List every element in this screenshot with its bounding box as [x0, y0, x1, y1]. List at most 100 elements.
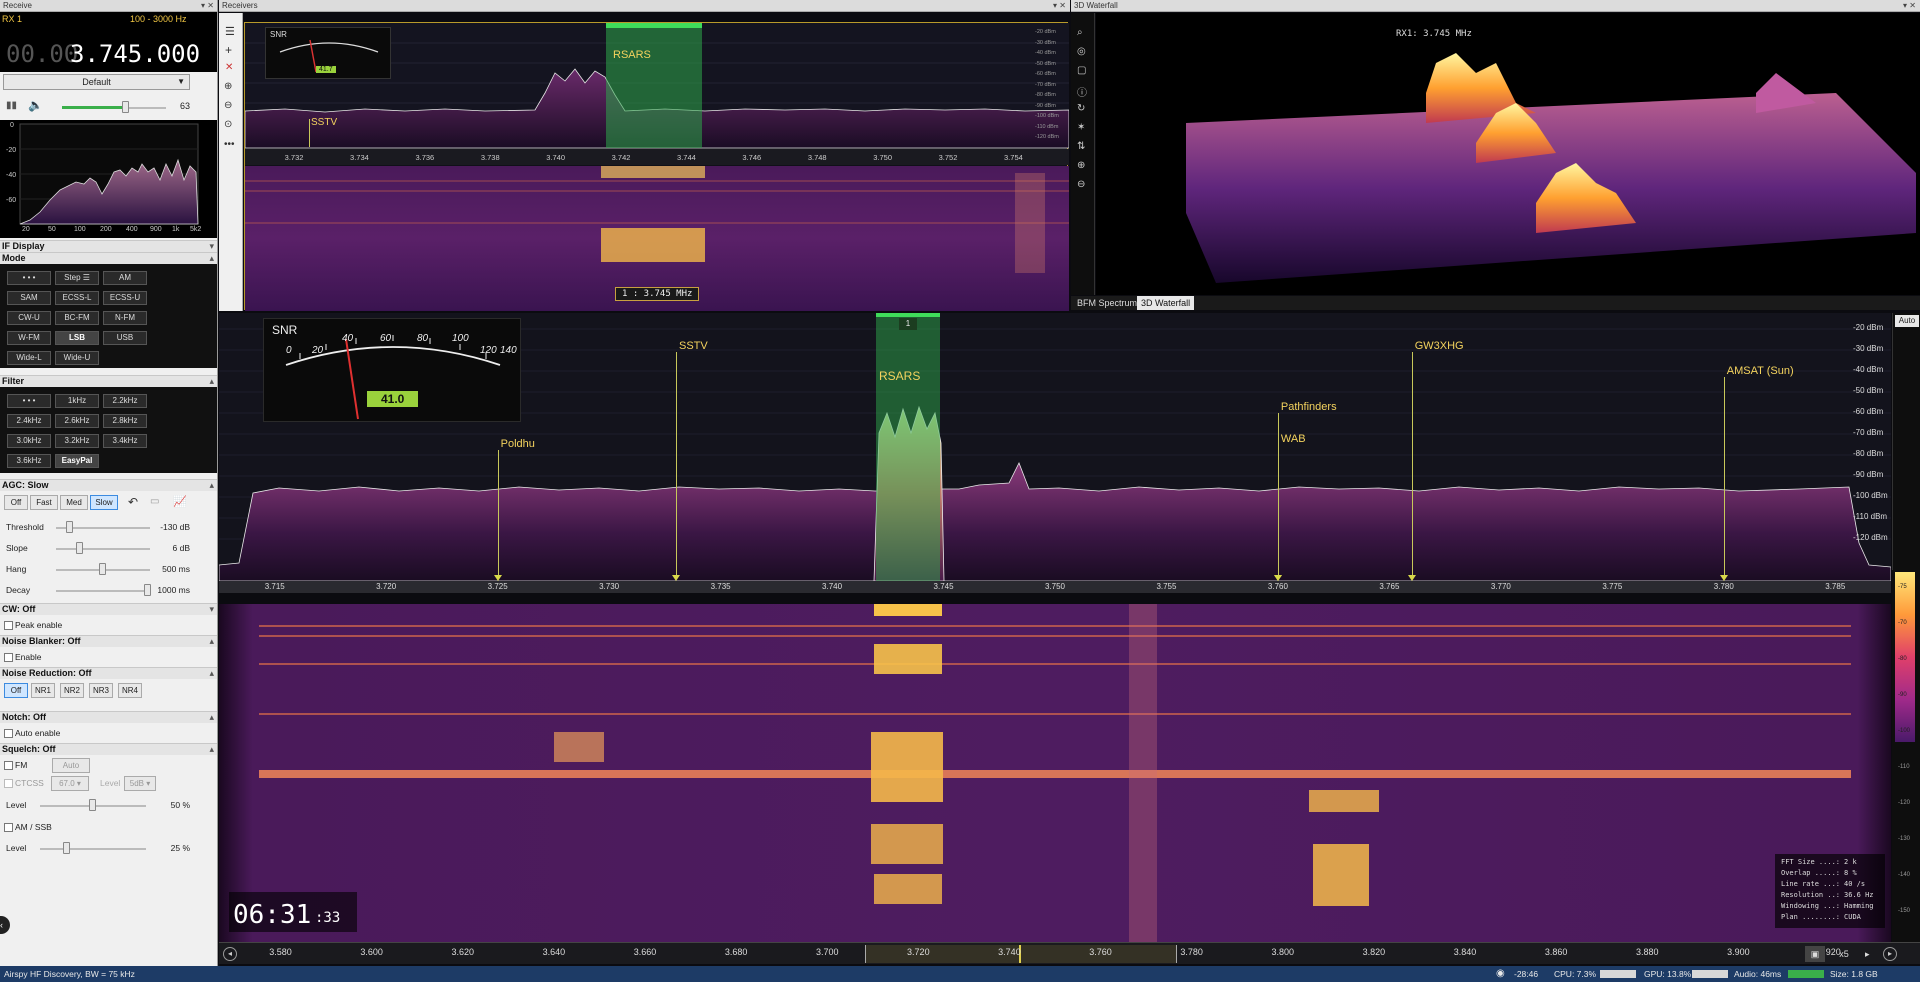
zoom-out-icon[interactable]: ⊖: [224, 100, 232, 111]
marker-label[interactable]: GW3XHG: [1415, 340, 1464, 352]
agc-graph-icon[interactable]: ▭: [150, 496, 159, 507]
section-mode[interactable]: Mode ▴: [0, 252, 217, 264]
window-icon[interactable]: ▢: [1077, 65, 1086, 76]
marker-label[interactable]: SSTV: [679, 340, 708, 352]
section-agc[interactable]: AGC: Slow ▴: [0, 479, 217, 491]
filter-button[interactable]: 3.0kHz: [7, 434, 51, 448]
squelch-level-thumb[interactable]: [89, 799, 96, 811]
filter-button-selected[interactable]: EasyPal: [55, 454, 99, 468]
main-waterfall[interactable]: 06:31 :33 FFT Size ....: 2 k Overlap .....…: [219, 604, 1891, 942]
threshold-thumb[interactable]: [66, 521, 74, 533]
mode-button[interactable]: Step ☰: [55, 271, 99, 285]
nr3-button[interactable]: NR3: [89, 683, 113, 698]
slope-slider[interactable]: [56, 548, 150, 550]
sstv-marker-label[interactable]: SSTV: [311, 117, 337, 128]
fm-squelch-checkbox[interactable]: [4, 761, 13, 770]
section-noise-blanker[interactable]: Noise Blanker: Off ▴: [0, 635, 217, 647]
filter-button[interactable]: 2.8kHz: [103, 414, 147, 428]
marker-label[interactable]: AMSAT (Sun): [1727, 365, 1794, 377]
add-icon[interactable]: +: [225, 43, 232, 57]
volume-thumb[interactable]: [122, 101, 129, 113]
more-icon[interactable]: •••: [224, 139, 235, 150]
am-level-slider[interactable]: [40, 848, 146, 850]
nr4-button[interactable]: NR4: [118, 683, 142, 698]
mode-button[interactable]: CW-U: [7, 311, 51, 325]
zoom-in-icon[interactable]: ⊕: [224, 81, 232, 92]
section-notch[interactable]: Notch: Off ▴: [0, 711, 217, 723]
menu-icon[interactable]: ☰: [225, 25, 235, 38]
receiver-view[interactable]: SNR 41.7 RSARS SSTV 1 : 3.745 MHz 3.732 3…: [244, 22, 1069, 311]
section-cw[interactable]: CW: Off ▾: [0, 603, 217, 615]
agc-med-button[interactable]: Med: [60, 495, 88, 510]
mode-button-selected[interactable]: LSB: [55, 331, 99, 345]
filter-button[interactable]: • • •: [7, 394, 51, 408]
agc-fast-button[interactable]: Fast: [30, 495, 58, 510]
squelch-auto-button[interactable]: Auto: [52, 758, 90, 773]
undo-icon[interactable]: ↶: [128, 495, 138, 509]
filter-button[interactable]: 2.6kHz: [55, 414, 99, 428]
zoom-reset-icon[interactable]: ⊙: [224, 119, 232, 130]
remove-icon[interactable]: ✕: [225, 62, 233, 73]
info-icon[interactable]: ⓘ: [1077, 84, 1087, 99]
star-icon[interactable]: ✶: [1077, 122, 1085, 133]
rsars-marker-label[interactable]: RSARS: [613, 49, 651, 61]
mode-button[interactable]: USB: [103, 331, 147, 345]
ctcss-checkbox[interactable]: [4, 779, 13, 788]
notch-auto-checkbox[interactable]: [4, 729, 13, 738]
section-if-display[interactable]: IF Display ▾: [0, 240, 217, 252]
scroll-right-icon[interactable]: ▸: [1883, 947, 1897, 961]
levels-icon[interactable]: ▮▮: [6, 100, 17, 111]
mode-button[interactable]: Wide-L: [7, 351, 51, 365]
marker-label[interactable]: Poldhu: [501, 438, 535, 450]
globe-icon[interactable]: ⊕: [1077, 160, 1085, 171]
nr2-button[interactable]: NR2: [60, 683, 84, 698]
filter-button[interactable]: 3.6kHz: [7, 454, 51, 468]
zoom-level[interactable]: x5: [1829, 946, 1859, 962]
nr-off-button[interactable]: Off: [4, 683, 28, 698]
marker-label[interactable]: Pathfinders: [1281, 401, 1337, 413]
mode-button[interactable]: BC-FM: [55, 311, 99, 325]
filter-button[interactable]: 2.2kHz: [103, 394, 147, 408]
frequency-dim-digits[interactable]: 00.00: [6, 40, 78, 68]
mode-button[interactable]: AM: [103, 271, 147, 285]
filter-button[interactable]: 3.2kHz: [55, 434, 99, 448]
camera-icon[interactable]: ▣: [1805, 946, 1825, 962]
tab-bfm-spectrum[interactable]: BFM Spectrum: [1073, 296, 1141, 310]
nb-enable-checkbox[interactable]: [4, 653, 13, 662]
mode-button[interactable]: N-FM: [103, 311, 147, 325]
minus-icon[interactable]: ⊖: [1077, 179, 1085, 190]
section-filter[interactable]: Filter ▴: [0, 375, 217, 387]
speaker-icon[interactable]: 🔈: [28, 98, 43, 112]
mode-button[interactable]: • • •: [7, 271, 51, 285]
auto-scale-button[interactable]: Auto: [1895, 315, 1919, 327]
mode-button[interactable]: ECSS-L: [55, 291, 99, 305]
ctcss-dropdown[interactable]: 67.0 ▾: [51, 776, 89, 791]
mode-button[interactable]: ECSS-U: [103, 291, 147, 305]
panel-controls-icon[interactable]: ▾ ✕: [1053, 0, 1066, 12]
filter-button[interactable]: 3.4kHz: [103, 434, 147, 448]
decay-slider[interactable]: [56, 590, 150, 592]
agc-slow-button[interactable]: Slow: [90, 495, 118, 510]
am-ssb-checkbox[interactable]: [4, 823, 13, 832]
mode-button[interactable]: W-FM: [7, 331, 51, 345]
hang-thumb[interactable]: [99, 563, 106, 575]
arrows-icon[interactable]: ⇅: [1077, 141, 1085, 152]
waterfall3d-view[interactable]: RX1: 3.745 MHz: [1096, 13, 1920, 295]
main-spectrum[interactable]: 1 RSARS SNR 0 20 40 60 80 100 120 140 41.0 Pold…: [219, 313, 1891, 593]
am-level-thumb[interactable]: [62, 842, 70, 854]
level-dropdown[interactable]: 5dB ▾: [124, 776, 156, 791]
camera-icon[interactable]: ◎: [1077, 46, 1086, 57]
agc-off-button[interactable]: Off: [4, 495, 28, 510]
marker-label[interactable]: WAB: [1281, 433, 1306, 445]
rotate-icon[interactable]: ↻: [1077, 103, 1085, 114]
slope-thumb[interactable]: [75, 542, 83, 554]
tab-3d-waterfall[interactable]: 3D Waterfall: [1137, 296, 1195, 310]
chart-icon[interactable]: 📈: [173, 495, 187, 508]
filter-button[interactable]: 1kHz: [55, 394, 99, 408]
peak-enable-checkbox[interactable]: [4, 621, 13, 630]
frequency-main-digits[interactable]: 3.745.000: [70, 40, 200, 68]
filter-button[interactable]: 2.4kHz: [7, 414, 51, 428]
preset-dropdown[interactable]: Default ▼: [3, 74, 190, 90]
section-noise-reduction[interactable]: Noise Reduction: Off ▴: [0, 667, 217, 679]
section-squelch[interactable]: Squelch: Off ▴: [0, 743, 217, 755]
